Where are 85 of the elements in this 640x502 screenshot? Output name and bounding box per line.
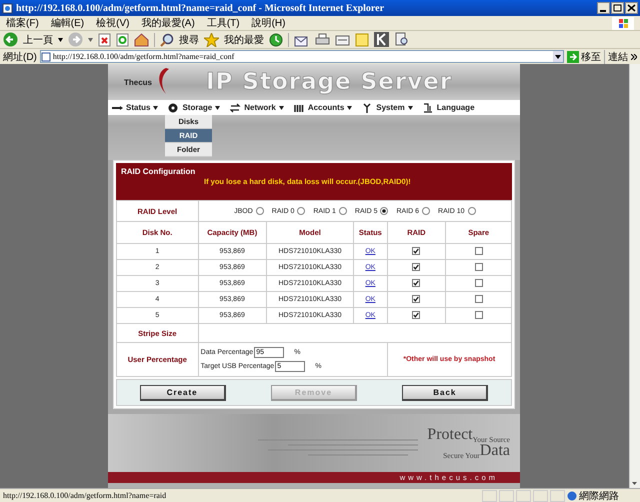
caret-icon	[215, 106, 220, 110]
k-logo-icon	[374, 32, 389, 47]
favorites-button[interactable]: 我的最愛	[224, 32, 264, 46]
bars-icon	[294, 102, 305, 112]
caret-icon	[408, 106, 413, 110]
radio-button[interactable]	[380, 207, 388, 215]
caret-icon	[347, 106, 352, 110]
links-button[interactable]: 連結	[608, 50, 628, 64]
go-button[interactable]: 移至	[567, 50, 601, 64]
status-pane	[482, 490, 497, 502]
page-icon	[2, 2, 13, 14]
menu-item[interactable]: 說明(H)	[252, 16, 286, 30]
panel-title: RAID Configuration	[121, 167, 196, 176]
home-icon	[134, 32, 149, 46]
back-button[interactable]: 上一頁	[23, 32, 53, 46]
checkbox[interactable]	[474, 262, 483, 270]
logo-text: Thecus	[124, 78, 152, 86]
nav-menu[interactable]: System	[362, 102, 413, 112]
disc-icon	[168, 102, 180, 112]
nav-menu[interactable]: Storage	[168, 102, 220, 112]
history-icon	[269, 32, 283, 46]
edit-icon	[335, 32, 350, 46]
menu-item[interactable]: 檔案(F)	[6, 16, 39, 30]
star-icon	[204, 32, 219, 46]
checkbox[interactable]	[474, 310, 483, 318]
dropdown-icon	[553, 51, 563, 62]
status-pane	[516, 490, 531, 502]
menu-item[interactable]: 編輯(E)	[50, 16, 84, 30]
page-icon	[40, 52, 51, 62]
checkbox[interactable]	[412, 262, 420, 270]
zone-text: 網際網路	[579, 490, 619, 502]
checkbox[interactable]	[412, 278, 420, 286]
status-pane	[499, 490, 514, 502]
checkbox[interactable]	[412, 294, 420, 302]
checkbox[interactable]	[474, 294, 483, 302]
menu-item[interactable]: 檢視(V)	[96, 16, 130, 30]
back-icon	[3, 32, 18, 47]
windows-logo-icon	[612, 16, 634, 30]
radio-button[interactable]	[297, 207, 306, 215]
forward-icon	[68, 32, 83, 47]
radio-button[interactable]	[338, 207, 347, 215]
status-pane	[533, 490, 548, 502]
caret-icon	[58, 38, 63, 42]
close-icon	[625, 2, 638, 14]
caret-icon	[278, 106, 284, 110]
radio-button[interactable]	[256, 207, 264, 215]
checkbox[interactable]	[474, 246, 483, 254]
checkbox[interactable]	[412, 310, 420, 318]
minimize-icon	[597, 2, 610, 14]
menu-item[interactable]: 工具(T)	[206, 16, 240, 30]
caret-icon	[88, 38, 93, 42]
scrollbar[interactable]	[629, 64, 640, 488]
radio-button[interactable]	[422, 207, 430, 215]
status-pane	[550, 490, 565, 502]
go-arrow-icon	[567, 50, 579, 62]
window-title: http://192.168.0.100/adm/getform.html?name=raid_conf - Microsoft Internet Explorer	[16, 2, 386, 14]
refresh-icon	[116, 32, 129, 46]
antenna-icon	[362, 102, 374, 112]
maximize-icon	[611, 2, 624, 14]
research-icon	[394, 32, 409, 47]
checkbox[interactable]	[412, 246, 420, 254]
address-label: 網址(D)	[3, 50, 37, 64]
banner-title: IP Storage Server	[206, 69, 452, 95]
search-button[interactable]: 搜尋	[179, 32, 199, 46]
nav-menu[interactable]: Language	[422, 102, 475, 112]
slogan-text: Protect	[427, 427, 473, 443]
checkbox[interactable]	[474, 278, 483, 286]
nav-menu[interactable]: Status	[112, 102, 158, 112]
chevron-icon	[631, 54, 637, 60]
note-icon	[355, 32, 369, 46]
globe-icon	[567, 490, 577, 500]
nav-menu[interactable]: Accounts	[294, 102, 352, 112]
radio-button[interactable]	[468, 207, 476, 215]
action-button[interactable]: Create	[140, 384, 226, 400]
caret-icon	[153, 106, 158, 110]
slogan-text: Data	[480, 443, 510, 459]
swap-icon	[230, 102, 242, 112]
search-icon	[160, 32, 174, 46]
address-field[interactable]: http://192.168.0.100/adm/getform.html?name=raid_conf	[40, 50, 564, 63]
stop-icon	[98, 32, 111, 46]
print-icon	[315, 32, 330, 46]
nav-menu[interactable]: Network	[230, 102, 284, 112]
action-button[interactable]: Back	[402, 384, 488, 400]
status-text: http://192.168.0.100/adm/getform.html?name=raid	[3, 491, 168, 500]
menu-item[interactable]: 我的最愛(A)	[141, 16, 195, 30]
